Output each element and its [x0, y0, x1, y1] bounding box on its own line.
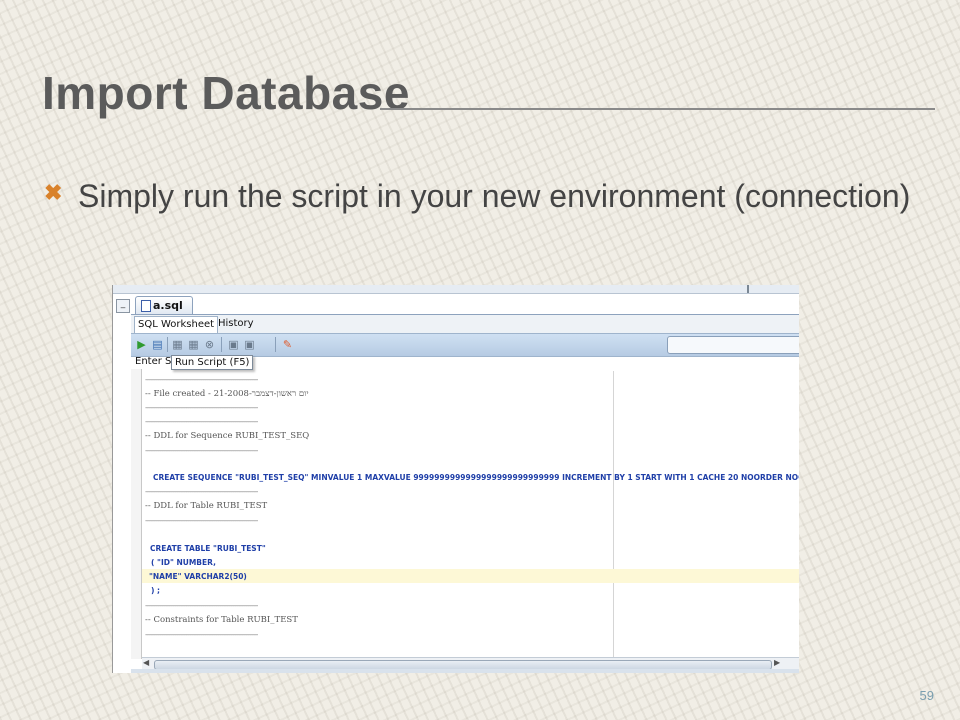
- enter-statement-label: Enter S: [135, 356, 172, 367]
- code-separator: ----------------------------------------…: [145, 516, 258, 526]
- connection-select[interactable]: [667, 336, 799, 354]
- code-line: CREATE SEQUENCE "RUBI_TEST_SEQ" MINVALUE…: [153, 473, 799, 482]
- bullet-item: ✖ Simply run the script in your new envi…: [44, 174, 924, 218]
- explain-plan-icon[interactable]: ▣: [227, 338, 240, 351]
- tab-history[interactable]: History: [215, 316, 257, 332]
- commit-icon[interactable]: ▦: [171, 338, 184, 351]
- code-line: CREATE TABLE "RUBI_TEST": [150, 544, 266, 553]
- run-script-tooltip: Run Script (F5): [171, 355, 254, 370]
- sql-developer-screenshot: _ a.sql SQL Worksheet History ▶ ▤ ▦ ▦ ⊗ …: [112, 285, 799, 673]
- toolbar-separator: [275, 337, 276, 352]
- code-separator: ----------------------------------------…: [145, 487, 258, 497]
- code-line: "NAME" VARCHAR2(50): [149, 572, 247, 581]
- clear-eraser-icon[interactable]: ✎: [281, 338, 294, 351]
- tab-sql-worksheet[interactable]: SQL Worksheet: [134, 316, 219, 333]
- scroll-right-icon[interactable]: ▶: [774, 658, 780, 667]
- worksheet-subtabs: SQL Worksheet History: [131, 315, 799, 333]
- code-line: -- File created - יום ראשון-דצמבר-21-200…: [145, 389, 309, 399]
- minimize-icon[interactable]: _: [116, 299, 130, 313]
- slide-title: Import Database: [42, 67, 410, 119]
- code-separator: ----------------------------------------…: [145, 446, 258, 456]
- top-scrollbar[interactable]: [113, 285, 799, 294]
- code-separator: ----------------------------------------…: [145, 375, 258, 385]
- code-separator: ----------------------------------------…: [145, 601, 258, 611]
- tab-a-sql-label: a.sql: [153, 299, 183, 312]
- toolbar-separator: [221, 337, 222, 352]
- editor-gutter: [131, 369, 142, 659]
- scroll-left-icon[interactable]: ◀: [143, 658, 149, 667]
- cancel-icon[interactable]: ⊗: [203, 338, 216, 351]
- scroll-thumb[interactable]: [747, 285, 749, 293]
- code-separator: ----------------------------------------…: [145, 417, 258, 427]
- x-bullet-icon: ✖: [44, 180, 63, 205]
- sql-file-icon: [141, 300, 151, 312]
- code-separator: ----------------------------------------…: [145, 630, 258, 640]
- tab-a-sql[interactable]: a.sql: [135, 296, 193, 315]
- code-separator: ----------------------------------------…: [145, 403, 258, 413]
- title-underline: [380, 108, 935, 110]
- autotrace-icon[interactable]: ▣: [243, 338, 256, 351]
- code-line: ( "ID" NUMBER,: [151, 558, 216, 567]
- worksheet-toolbar: ▶ ▤ ▦ ▦ ⊗ ▣ ▣ ✎: [131, 333, 799, 357]
- code-line: ) ;: [151, 586, 161, 595]
- right-margin-line: [613, 371, 614, 657]
- code-line: -- DDL for Sequence RUBI_TEST_SEQ: [145, 431, 310, 441]
- rollback-icon[interactable]: ▦: [187, 338, 200, 351]
- toolbar-separator: [167, 337, 168, 352]
- run-script-icon[interactable]: ▤: [151, 338, 164, 351]
- run-statement-icon[interactable]: ▶: [135, 338, 148, 351]
- code-line: -- Constraints for Table RUBI_TEST: [145, 615, 298, 625]
- status-strip: [131, 669, 799, 673]
- bullet-text: Simply run the script in your new enviro…: [78, 178, 911, 214]
- code-line: -- DDL for Table RUBI_TEST: [145, 501, 268, 511]
- page-number: 59: [919, 688, 934, 703]
